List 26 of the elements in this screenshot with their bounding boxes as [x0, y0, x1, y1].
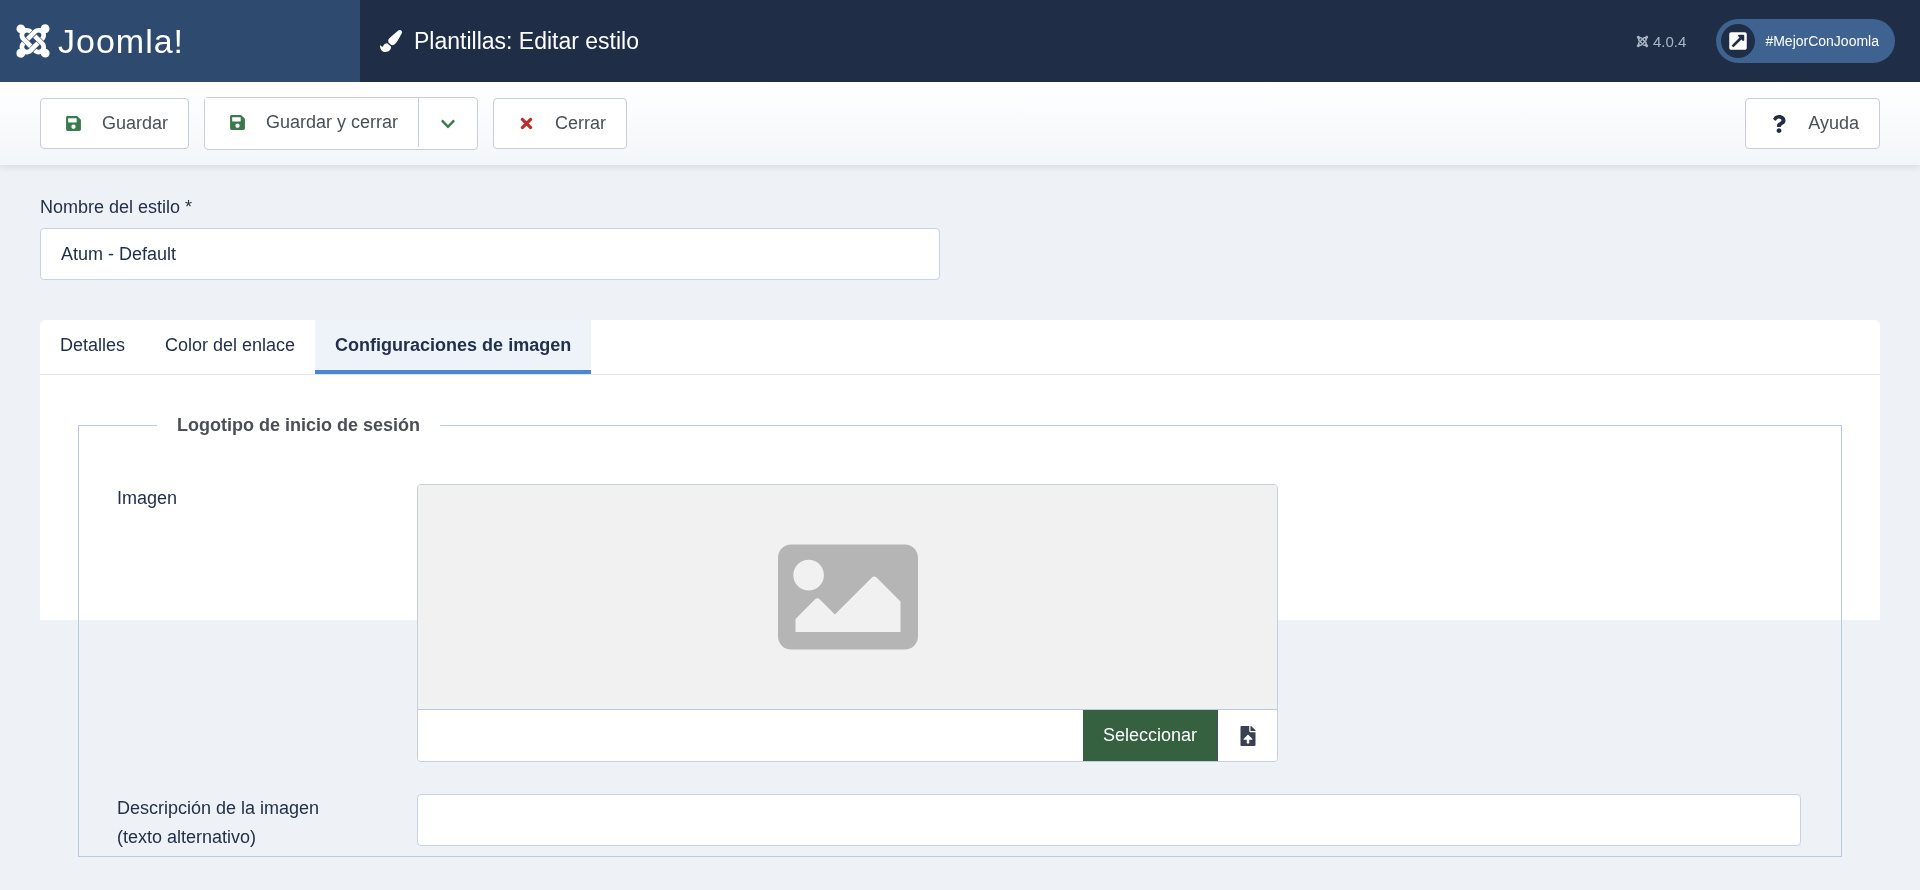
save-close-button[interactable]: Guardar y cerrar	[205, 98, 420, 147]
brand-name: Joomla!	[58, 21, 185, 61]
brush-icon	[380, 30, 402, 52]
select-button[interactable]: Seleccionar	[1082, 710, 1217, 761]
image-path-field[interactable]	[418, 710, 1083, 761]
external-link-icon	[1721, 24, 1756, 58]
field-label: Imagen	[117, 487, 179, 510]
field-label: Descripción de la imagen (texto alternativo)	[117, 797, 321, 849]
page-title: Plantillas: Editar estilo	[414, 27, 639, 55]
save-icon	[229, 114, 247, 131]
tab[interactable]: Configuraciones de imagen	[315, 320, 592, 374]
close-button[interactable]: Cerrar	[493, 98, 628, 149]
save-icon	[65, 115, 82, 132]
logo-icon[interactable]	[14, 22, 52, 60]
version-label: 4.0.4	[1653, 32, 1687, 50]
tab[interactable]: Detalles	[40, 320, 146, 374]
save-button[interactable]: Guardar	[40, 98, 190, 149]
logo-icon	[1636, 34, 1649, 48]
style-name-field[interactable]: Atum - Default	[40, 228, 940, 280]
promo-link[interactable]: #MejorConJoomla	[1716, 19, 1895, 63]
field-label: Nombre del estilo *	[40, 197, 194, 218]
fieldset-legend: Logotipo de inicio de sesión	[157, 415, 440, 436]
alt-text-field[interactable]	[417, 794, 1801, 846]
tab[interactable]: Color del enlace	[145, 320, 316, 374]
upload-button[interactable]	[1217, 710, 1277, 761]
help-button[interactable]: Ayuda	[1745, 98, 1880, 149]
